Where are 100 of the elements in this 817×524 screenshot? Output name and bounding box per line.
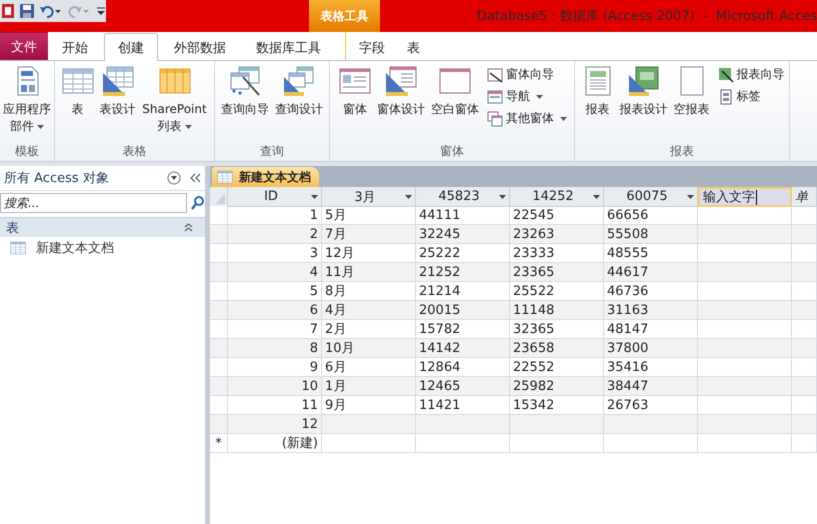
ribbon-button[interactable]: 窗体向导 bbox=[487, 65, 567, 84]
table-cell[interactable] bbox=[792, 434, 817, 453]
search-icon[interactable] bbox=[191, 195, 205, 211]
ribbon-tab[interactable]: 表 bbox=[396, 34, 431, 60]
redo-icon[interactable] bbox=[68, 4, 90, 18]
ribbon-tab[interactable]: 外部数据 bbox=[160, 34, 240, 60]
search-field[interactable]: 搜索... bbox=[0, 193, 187, 213]
row-selector[interactable] bbox=[210, 377, 228, 396]
ribbon-button[interactable]: 标签 bbox=[718, 87, 784, 106]
table-cell[interactable]: 11月 bbox=[322, 263, 416, 282]
table-cell[interactable]: (新建) bbox=[228, 434, 322, 453]
table-cell[interactable] bbox=[698, 263, 792, 282]
ribbon-button[interactable]: 查询向导 bbox=[219, 65, 271, 137]
ribbon-button[interactable]: 报表设计 bbox=[618, 65, 670, 137]
ribbon-button[interactable]: 应用程序部件 bbox=[0, 65, 54, 137]
ribbon-button[interactable]: 报表向导 bbox=[718, 65, 784, 84]
row-selector[interactable] bbox=[210, 244, 228, 263]
ribbon-button[interactable]: 导航 bbox=[487, 87, 567, 106]
table-cell[interactable]: 37800 bbox=[604, 339, 698, 358]
table-cell[interactable]: 11148 bbox=[510, 301, 604, 320]
row-selector[interactable] bbox=[210, 263, 228, 282]
table-cell[interactable]: 12 bbox=[228, 415, 322, 434]
column-header[interactable]: 45823 bbox=[416, 187, 510, 207]
ribbon-button[interactable]: 表设计 bbox=[98, 65, 138, 137]
nav-item[interactable]: 新建文本文档 bbox=[0, 237, 205, 259]
table-cell[interactable] bbox=[322, 415, 416, 434]
row-selector[interactable] bbox=[210, 301, 228, 320]
table-cell[interactable] bbox=[698, 377, 792, 396]
table-cell[interactable]: 23365 bbox=[510, 263, 604, 282]
filter-caret-icon[interactable] bbox=[405, 194, 412, 198]
table-cell[interactable]: 10月 bbox=[322, 339, 416, 358]
table-cell[interactable]: 6 bbox=[228, 301, 322, 320]
table-cell[interactable] bbox=[416, 415, 510, 434]
undo-icon[interactable] bbox=[40, 4, 62, 18]
table-cell[interactable] bbox=[792, 339, 817, 358]
table-cell[interactable]: 38447 bbox=[604, 377, 698, 396]
row-selector[interactable] bbox=[210, 358, 228, 377]
table-cell[interactable]: 10 bbox=[228, 377, 322, 396]
table-cell[interactable] bbox=[604, 415, 698, 434]
column-header[interactable]: 14252 bbox=[510, 187, 604, 207]
table-cell[interactable] bbox=[604, 434, 698, 453]
ribbon-button[interactable]: 表 bbox=[60, 65, 96, 137]
table-cell[interactable] bbox=[322, 434, 416, 453]
filter-caret-icon[interactable] bbox=[311, 194, 318, 198]
dropdown-icon[interactable] bbox=[167, 171, 181, 185]
table-cell[interactable]: 4月 bbox=[322, 301, 416, 320]
row-selector[interactable] bbox=[210, 415, 228, 434]
table-cell[interactable] bbox=[698, 301, 792, 320]
app-icon[interactable] bbox=[2, 4, 14, 18]
table-cell[interactable] bbox=[698, 434, 792, 453]
table-cell[interactable]: 23658 bbox=[510, 339, 604, 358]
table-cell[interactable] bbox=[792, 377, 817, 396]
table-cell[interactable]: 21252 bbox=[416, 263, 510, 282]
row-selector[interactable] bbox=[210, 320, 228, 339]
table-cell[interactable]: 8 bbox=[228, 339, 322, 358]
table-cell[interactable]: 14142 bbox=[416, 339, 510, 358]
filter-caret-icon[interactable] bbox=[499, 194, 506, 198]
column-header[interactable]: 3月 bbox=[322, 187, 416, 207]
row-selector[interactable] bbox=[210, 206, 228, 225]
table-cell[interactable] bbox=[416, 434, 510, 453]
table-cell[interactable] bbox=[698, 415, 792, 434]
filter-caret-icon[interactable] bbox=[593, 194, 600, 198]
row-selector[interactable] bbox=[210, 225, 228, 244]
column-header[interactable]: ID bbox=[228, 187, 322, 207]
ribbon-tab[interactable]: 开始 bbox=[48, 34, 102, 60]
collapse-icon[interactable] bbox=[189, 173, 201, 183]
table-cell[interactable] bbox=[698, 225, 792, 244]
table-cell[interactable]: 44617 bbox=[604, 263, 698, 282]
table-cell[interactable]: 1月 bbox=[322, 377, 416, 396]
table-cell[interactable] bbox=[698, 339, 792, 358]
select-all-icon[interactable] bbox=[215, 194, 225, 204]
group-header[interactable]: 表 bbox=[0, 217, 205, 237]
table-cell[interactable] bbox=[792, 415, 817, 434]
ribbon-button[interactable]: 空白窗体 bbox=[429, 65, 481, 137]
table-cell[interactable]: 31163 bbox=[604, 301, 698, 320]
table-cell[interactable]: 55508 bbox=[604, 225, 698, 244]
table-cell[interactable] bbox=[792, 301, 817, 320]
ribbon-button[interactable]: 其他窗体 bbox=[487, 109, 567, 128]
ribbon-tab[interactable]: 文件 bbox=[0, 32, 48, 60]
ribbon-button[interactable]: 窗体 bbox=[337, 65, 373, 137]
column-name-field[interactable]: 输入文字 bbox=[698, 187, 792, 207]
filter-caret-icon[interactable] bbox=[687, 194, 694, 198]
table-cell[interactable] bbox=[510, 415, 604, 434]
document-tab[interactable]: 新建文本文档 bbox=[212, 167, 319, 187]
table-cell[interactable] bbox=[792, 263, 817, 282]
table-cell[interactable]: 32245 bbox=[416, 225, 510, 244]
table-cell[interactable] bbox=[792, 225, 817, 244]
ribbon-tab[interactable]: 创建 bbox=[104, 33, 158, 61]
save-icon[interactable] bbox=[20, 4, 34, 18]
ribbon-tab[interactable]: 数据库工具 bbox=[242, 34, 335, 60]
table-cell[interactable]: 2 bbox=[228, 225, 322, 244]
table-cell[interactable]: 25982 bbox=[510, 377, 604, 396]
ribbon-button[interactable]: 报表 bbox=[580, 65, 616, 137]
row-selector[interactable] bbox=[210, 396, 228, 415]
row-selector[interactable] bbox=[210, 282, 228, 301]
ribbon-button[interactable]: SharePoint列表 bbox=[140, 65, 210, 137]
column-header[interactable]: 60075 bbox=[604, 187, 698, 207]
table-cell[interactable]: 4 bbox=[228, 263, 322, 282]
table-cell[interactable]: 23263 bbox=[510, 225, 604, 244]
table-cell[interactable]: 7月 bbox=[322, 225, 416, 244]
